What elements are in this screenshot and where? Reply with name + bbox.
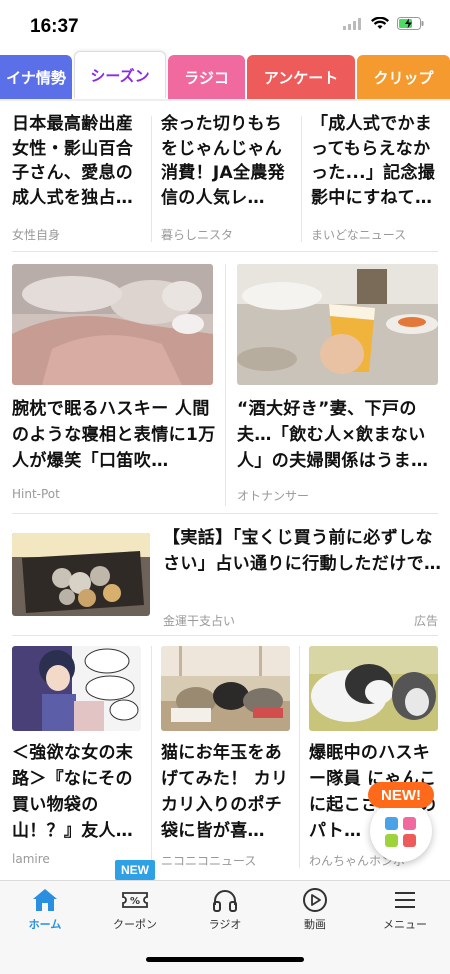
nav-coupon[interactable]: % クーポン	[90, 887, 180, 932]
home-icon	[33, 889, 57, 911]
coupon-icon: %	[122, 892, 148, 908]
manga-image[interactable]	[12, 646, 141, 731]
nav-menu[interactable]: メニュー	[360, 887, 450, 932]
beer-glass-image[interactable]	[237, 264, 438, 385]
signal-icon	[343, 17, 361, 30]
category-tabs: イナ情勢 シーズン ラジコ アンケート クリップ	[0, 51, 450, 101]
husky-sleeping-image[interactable]	[12, 264, 213, 385]
tab-underline	[0, 99, 450, 101]
divider	[12, 251, 438, 252]
app-grid-icon	[385, 817, 416, 847]
wifi-icon	[371, 17, 389, 29]
play-icon	[303, 888, 327, 912]
tab-radiko[interactable]: ラジコ	[168, 55, 245, 100]
article-source: lamire	[12, 852, 50, 866]
divider	[301, 116, 302, 242]
app-grid-button[interactable]	[370, 800, 432, 862]
home-indicator	[146, 957, 304, 962]
article-title[interactable]: 腕枕で眠るハスキー 人間のような寝相と表情に1万人が爆笑「口笛吹…	[12, 396, 217, 474]
article-title[interactable]: 猫にお年玉をあげてみた！ カリカリ入りのポチ袋に皆が喜…	[161, 740, 296, 844]
tab-0[interactable]: イナ情勢	[0, 55, 72, 100]
tab-clip[interactable]: クリップ	[357, 55, 450, 100]
nav-video[interactable]: 動画	[270, 887, 360, 932]
husky-cat-image[interactable]	[309, 646, 438, 731]
divider	[299, 646, 300, 868]
ad-source: 金運干支占い	[163, 614, 236, 628]
coupon-new-tag: NEW	[115, 860, 155, 880]
article-title: 「成人式でかまってもらえなかった...」記念撮影中にすねて…	[311, 114, 436, 208]
tab-label: シーズン	[90, 66, 150, 85]
article-source: Hint-Pot	[12, 487, 60, 501]
battery-charging-icon	[397, 17, 424, 30]
fab-new-badge: NEW!	[368, 782, 434, 808]
divider	[12, 635, 438, 636]
nav-label: メニュー	[383, 918, 427, 931]
status-bar: 16:37	[0, 0, 450, 54]
article-card[interactable]: 日本最高齢出産女性・影山百合子さん、愛息の成人式を独占… 女性自身	[12, 112, 148, 243]
nav-home[interactable]: ホーム	[0, 887, 90, 932]
svg-text:%: %	[130, 896, 140, 907]
status-time: 16:37	[30, 16, 79, 37]
tab-season[interactable]: シーズン	[74, 51, 166, 98]
article-title[interactable]: ＜強欲な女の末路＞『なにその買い物袋の山！？』友人…	[12, 740, 147, 844]
ad-image[interactable]	[12, 533, 150, 616]
divider	[151, 646, 152, 868]
article-card[interactable]: 余った切りもちをじゃんじゃん消費！JA全農発信の人気レ… 暮らしニスタ	[161, 112, 297, 243]
menu-icon	[395, 892, 415, 908]
nav-label: クーポン	[113, 918, 157, 931]
status-icons	[343, 17, 424, 30]
article-source: オトナンサー	[237, 489, 310, 503]
article-title: 余った切りもちをじゃんじゃん消費！JA全農発信の人気レ…	[161, 114, 285, 208]
article-source: ニコニコニュース	[161, 854, 257, 868]
nav-label: ホーム	[28, 918, 62, 931]
ad-title[interactable]: 【実話】「宝くじ買う前に必ずしなさい」占い通りに行動しただけで…	[163, 525, 443, 577]
divider	[151, 116, 152, 242]
cats-image[interactable]	[161, 646, 290, 731]
divider	[12, 513, 438, 514]
tab-survey[interactable]: アンケート	[247, 55, 355, 100]
article-title[interactable]: “酒大好き”妻、下戸の夫…「飲む人×飲まない人」の夫婦関係はうま…	[237, 396, 442, 474]
article-source: まいどなニュース	[311, 228, 407, 242]
article-source: 暮らしニスタ	[161, 228, 234, 242]
tab-label: クリップ	[373, 69, 434, 87]
nav-radio[interactable]: ラジオ	[180, 887, 270, 932]
nav-label: 動画	[304, 918, 326, 931]
article-source: 女性自身	[12, 228, 61, 242]
tab-label: ラジコ	[184, 69, 229, 87]
tab-label: イナ情勢	[6, 69, 66, 87]
ad-badge: 広告	[413, 614, 438, 628]
article-card[interactable]: 「成人式でかまってもらえなかった...」記念撮影中にすねて… まいどなニュース	[311, 112, 447, 243]
nav-label: ラジオ	[208, 918, 242, 931]
headphones-icon	[213, 890, 237, 912]
divider	[225, 264, 226, 506]
tab-label: アンケート	[263, 69, 339, 87]
article-title: 日本最高齢出産女性・影山百合子さん、愛息の成人式を独占…	[12, 114, 134, 208]
